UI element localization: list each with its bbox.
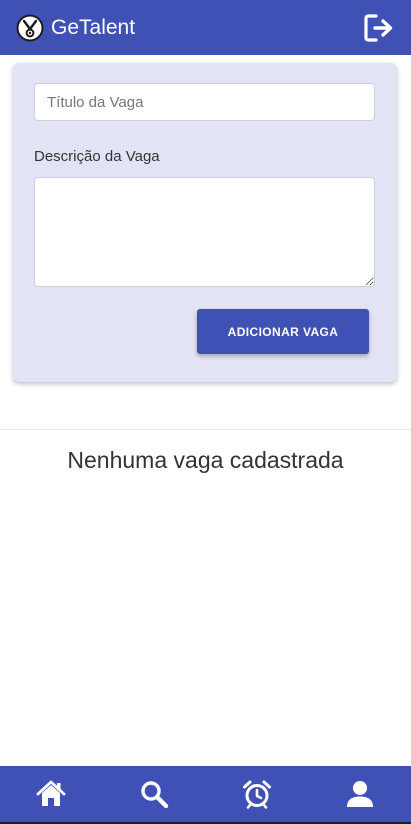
logout-icon[interactable]	[363, 12, 395, 44]
empty-jobs-message: Nenhuma vaga cadastrada	[67, 447, 344, 473]
job-description-textarea[interactable]	[34, 177, 375, 287]
alarm-clock-icon	[242, 780, 271, 809]
app-brand: GeTalent	[51, 15, 136, 39]
getalent-logo-icon	[16, 14, 44, 41]
divider	[0, 429, 411, 430]
add-job-button[interactable]: ADICIONAR VAGA	[197, 309, 369, 354]
home-icon	[36, 780, 66, 806]
bottom-navigation	[0, 766, 411, 824]
app-bar: GeTalent	[0, 0, 411, 55]
nav-profile[interactable]	[308, 766, 411, 822]
job-description-label: Descrição da Vaga	[34, 148, 160, 165]
nav-search[interactable]	[103, 766, 206, 822]
search-icon	[141, 781, 169, 809]
nav-alarm[interactable]	[206, 766, 309, 822]
user-icon	[346, 781, 373, 807]
job-title-input[interactable]	[34, 83, 375, 121]
nav-home[interactable]	[0, 766, 103, 822]
new-job-card: Descrição da Vaga ADICIONAR VAGA	[13, 63, 397, 382]
